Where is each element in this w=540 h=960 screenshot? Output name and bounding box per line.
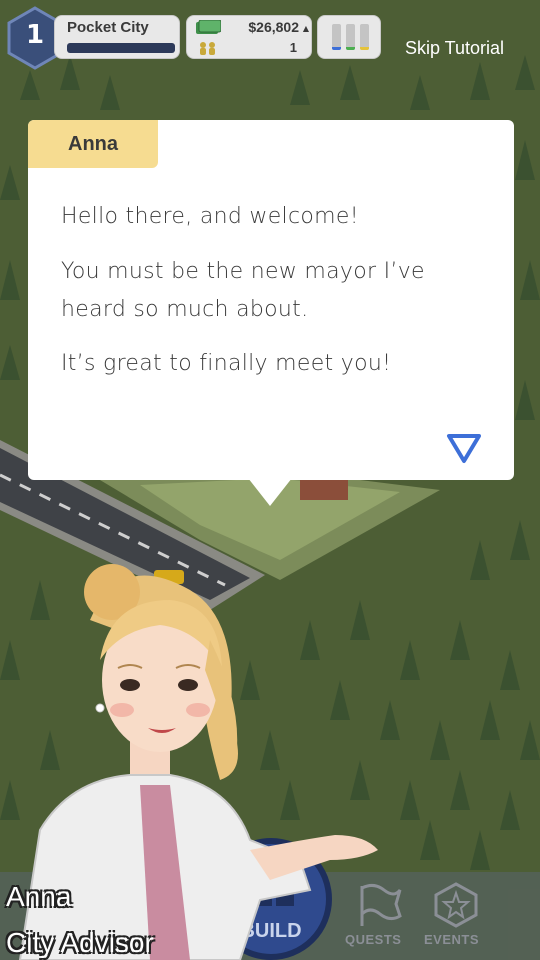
tutorial-dialog[interactable]: Anna Hello there, and welcome! You must … xyxy=(28,120,514,480)
population-icon xyxy=(200,42,215,55)
population-value: 1 xyxy=(289,40,297,55)
money-icon xyxy=(196,20,221,34)
speaker-name: Anna xyxy=(68,133,118,155)
dialog-line-1: Hello there, and welcome! xyxy=(61,204,359,229)
city-panel[interactable]: Pocket City xyxy=(54,15,180,59)
stats-bars-icon[interactable] xyxy=(317,15,381,59)
resources-panel[interactable]: $26,802 ▲ 1 xyxy=(186,15,312,59)
city-name: Pocket City xyxy=(67,19,149,36)
money-value: $26,802 xyxy=(248,19,299,35)
money-up-arrow-icon: ▲ xyxy=(302,24,309,33)
stat-bar-1 xyxy=(332,24,341,50)
xp-progress-bar xyxy=(67,43,175,53)
character-name: Anna xyxy=(6,881,72,912)
dialog-line-2: You must be the new mayor I’ve heard so … xyxy=(61,259,425,322)
stat-bar-2 xyxy=(346,24,355,50)
skip-tutorial-button[interactable]: Skip Tutorial xyxy=(405,38,504,59)
dialog-line-3: It’s great to finally meet you! xyxy=(61,351,392,376)
top-hud: 1 Pocket City $26,802 ▲ 1 Skip Tutorial xyxy=(0,0,540,80)
stat-bar-3 xyxy=(360,24,369,50)
speaker-tab: Anna xyxy=(28,120,158,168)
events-label[interactable]: EVENTS xyxy=(424,932,479,947)
next-triangle-icon[interactable] xyxy=(444,431,484,465)
dialog-tail xyxy=(248,478,292,506)
character-role: City Advisor xyxy=(6,927,154,958)
events-star-icon[interactable] xyxy=(432,882,480,928)
